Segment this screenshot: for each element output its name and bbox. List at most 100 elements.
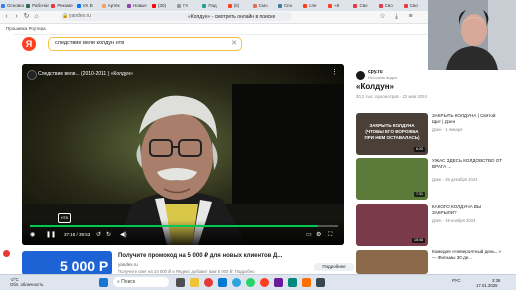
settings-icon[interactable]: ⚙	[316, 231, 321, 239]
progress-bar[interactable]	[30, 225, 338, 227]
browser-tab[interactable]: сле	[303, 1, 326, 10]
video-title: Следствие вели... (2010-2011 ) «Колдун»	[38, 71, 133, 77]
browser-tab[interactable]: «К	[328, 1, 351, 10]
tab-label: Смо	[258, 3, 268, 8]
tab-label: Рекоме	[57, 3, 73, 8]
related-video-thumb[interactable]: 7:31	[356, 158, 428, 200]
tab-favicon-icon	[378, 3, 383, 8]
related-video-thumb[interactable]: 15:08	[356, 204, 428, 246]
tab-favicon-icon	[303, 3, 308, 8]
weather-widget[interactable]: -2°C Обл. облачность	[10, 277, 43, 287]
tab-favicon-icon	[177, 3, 182, 8]
browser-tab[interactable]: Рекоме	[51, 1, 74, 10]
app-icon[interactable]	[288, 278, 297, 287]
app-icon[interactable]	[302, 278, 311, 287]
browser-tab[interactable]: Сво	[378, 1, 402, 10]
tab-label: Спо	[283, 3, 293, 8]
close-icon[interactable]: ✕	[231, 38, 237, 49]
reload-icon[interactable]: ↻	[22, 12, 31, 21]
tab-label: (30)	[158, 3, 167, 8]
whatsapp-icon[interactable]	[246, 278, 255, 287]
tab-favicon-icon	[51, 3, 56, 8]
tab-favicon-icon	[202, 3, 207, 8]
tab-favicon-icon	[152, 3, 157, 8]
downloads-icon[interactable]: ⤓	[392, 12, 401, 21]
duration-badge: 15:08	[412, 238, 425, 243]
related-video-title[interactable]: Комедия «Невероятный день...» — Фильмы 3…	[432, 249, 504, 261]
store-icon[interactable]	[218, 278, 227, 287]
browser-tab[interactable]: Гл	[177, 1, 200, 10]
browser-tab[interactable]: Артёк	[101, 1, 125, 10]
browser-icon[interactable]	[204, 278, 213, 287]
clock-date[interactable]: 17.01.2025	[476, 283, 498, 288]
tab-label: Гл	[183, 3, 189, 8]
menu-icon[interactable]: ≡	[406, 12, 415, 21]
ad-more-button[interactable]: Подробнее	[314, 263, 354, 271]
browser-tab[interactable]: Новые	[126, 1, 150, 10]
pip-icon[interactable]: ▭	[306, 231, 312, 239]
task-view-icon[interactable]	[176, 278, 185, 287]
browser-tab[interactable]: Рабочая	[26, 1, 49, 10]
back-icon[interactable]: ‹	[2, 12, 11, 21]
related-video-thumb[interactable]: ЗАКРЫТЬ КОЛДУНА (ЧТОБЫ ЕГО ВОРОЖБА ПРИ Н…	[356, 113, 428, 155]
url-bar[interactable]: 🔒 yandex.ru «Колдун» - смотреть онлайн в…	[60, 12, 292, 30]
video-player[interactable]: Следствие вели... (2010-2011 ) «Колдун» …	[22, 64, 344, 245]
fullscreen-icon[interactable]: ⛶	[328, 231, 332, 239]
ad-title[interactable]: Получите промокод на 5 000 ₽ для новых к…	[118, 252, 282, 260]
search-input[interactable]: следствие вели колдун нтв ✕	[48, 37, 242, 51]
system-tray[interactable]: РУС 3:38 17.01.2025	[452, 278, 500, 288]
tab-favicon-icon	[353, 3, 358, 8]
search-query: следствие вели колдун нтв	[55, 40, 125, 46]
bookmark-star-icon[interactable]: ☆	[378, 12, 387, 21]
browser-tab[interactable]: (30)	[152, 1, 175, 10]
ad-block[interactable]: 5 000 Р Получите промокод на 5 000 ₽ для…	[22, 251, 354, 275]
browser-tab[interactable]: Сво	[403, 1, 427, 10]
tab-label: Под	[208, 3, 217, 8]
tab-label: Артёк	[107, 3, 120, 8]
yandex-logo[interactable]: Я	[22, 37, 36, 51]
source-logo-icon: ◉	[30, 232, 36, 238]
webcam-overlay	[428, 0, 516, 70]
app-icon[interactable]	[274, 278, 283, 287]
related-video-thumb[interactable]	[356, 250, 428, 274]
browser-tab[interactable]: (5)	[227, 1, 251, 10]
taskbar-search[interactable]: ⌕ Поиск	[113, 277, 169, 287]
rewind-icon[interactable]: ↺	[96, 231, 101, 239]
browser-tab[interactable]: Сво	[353, 1, 376, 10]
notification-icon[interactable]	[3, 250, 10, 257]
duration-badge: 6:20	[414, 147, 425, 152]
browser-tab[interactable]: Основная	[1, 1, 24, 10]
explorer-icon[interactable]	[190, 278, 199, 287]
browser-tab[interactable]: VK В	[76, 1, 100, 10]
forward-icon[interactable]: ›	[12, 12, 21, 21]
yandex-browser-icon[interactable]	[260, 278, 269, 287]
browser-tab[interactable]: Под	[202, 1, 225, 10]
progress-fill	[30, 225, 318, 227]
browser-tab[interactable]: Спо	[277, 1, 301, 10]
tab-label: Сво	[359, 3, 368, 8]
source-subtitle: Источник видео	[368, 75, 398, 80]
related-video-title[interactable]: КАКОГО КОЛДУНА ВЫ ЗАКРЫЛИ?	[432, 204, 504, 216]
weather-text: Обл. облачность	[10, 282, 44, 287]
language-indicator[interactable]: РУС	[452, 278, 461, 283]
start-icon[interactable]	[99, 278, 108, 287]
ad-thumb-text: 5 000 Р	[60, 258, 109, 274]
bookmark-item[interactable]: Прошивка Роутера	[6, 26, 46, 31]
tab-favicon-icon	[26, 3, 31, 8]
channel-avatar[interactable]	[27, 70, 37, 80]
related-video-title[interactable]: ЗАКРЫТЬ КОЛДУНА | Святой Щит | Дзен	[432, 113, 504, 125]
ad-thumbnail[interactable]: 5 000 Р	[22, 251, 112, 275]
more-icon[interactable]: ⋮	[331, 69, 338, 77]
pause-icon[interactable]: ❚❚	[46, 231, 56, 239]
related-video-meta: Дзен · 25 декабря 2024	[432, 177, 478, 182]
duration-badge: 7:31	[414, 192, 425, 197]
volume-icon[interactable]: ◀)	[120, 231, 127, 239]
app-icon[interactable]	[316, 278, 325, 287]
forward-icon[interactable]: ↻	[106, 231, 111, 239]
telegram-icon[interactable]	[232, 278, 241, 287]
home-icon[interactable]: ⌂	[32, 12, 41, 21]
browser-tab[interactable]: Смо	[252, 1, 276, 10]
tab-label: (5)	[233, 3, 240, 8]
ad-url[interactable]: yandex.ru	[118, 262, 138, 268]
related-video-title[interactable]: УЖАС ЗДЕСЬ КОЛДОВСТВО ОТ ВРАГА ...	[432, 158, 504, 170]
